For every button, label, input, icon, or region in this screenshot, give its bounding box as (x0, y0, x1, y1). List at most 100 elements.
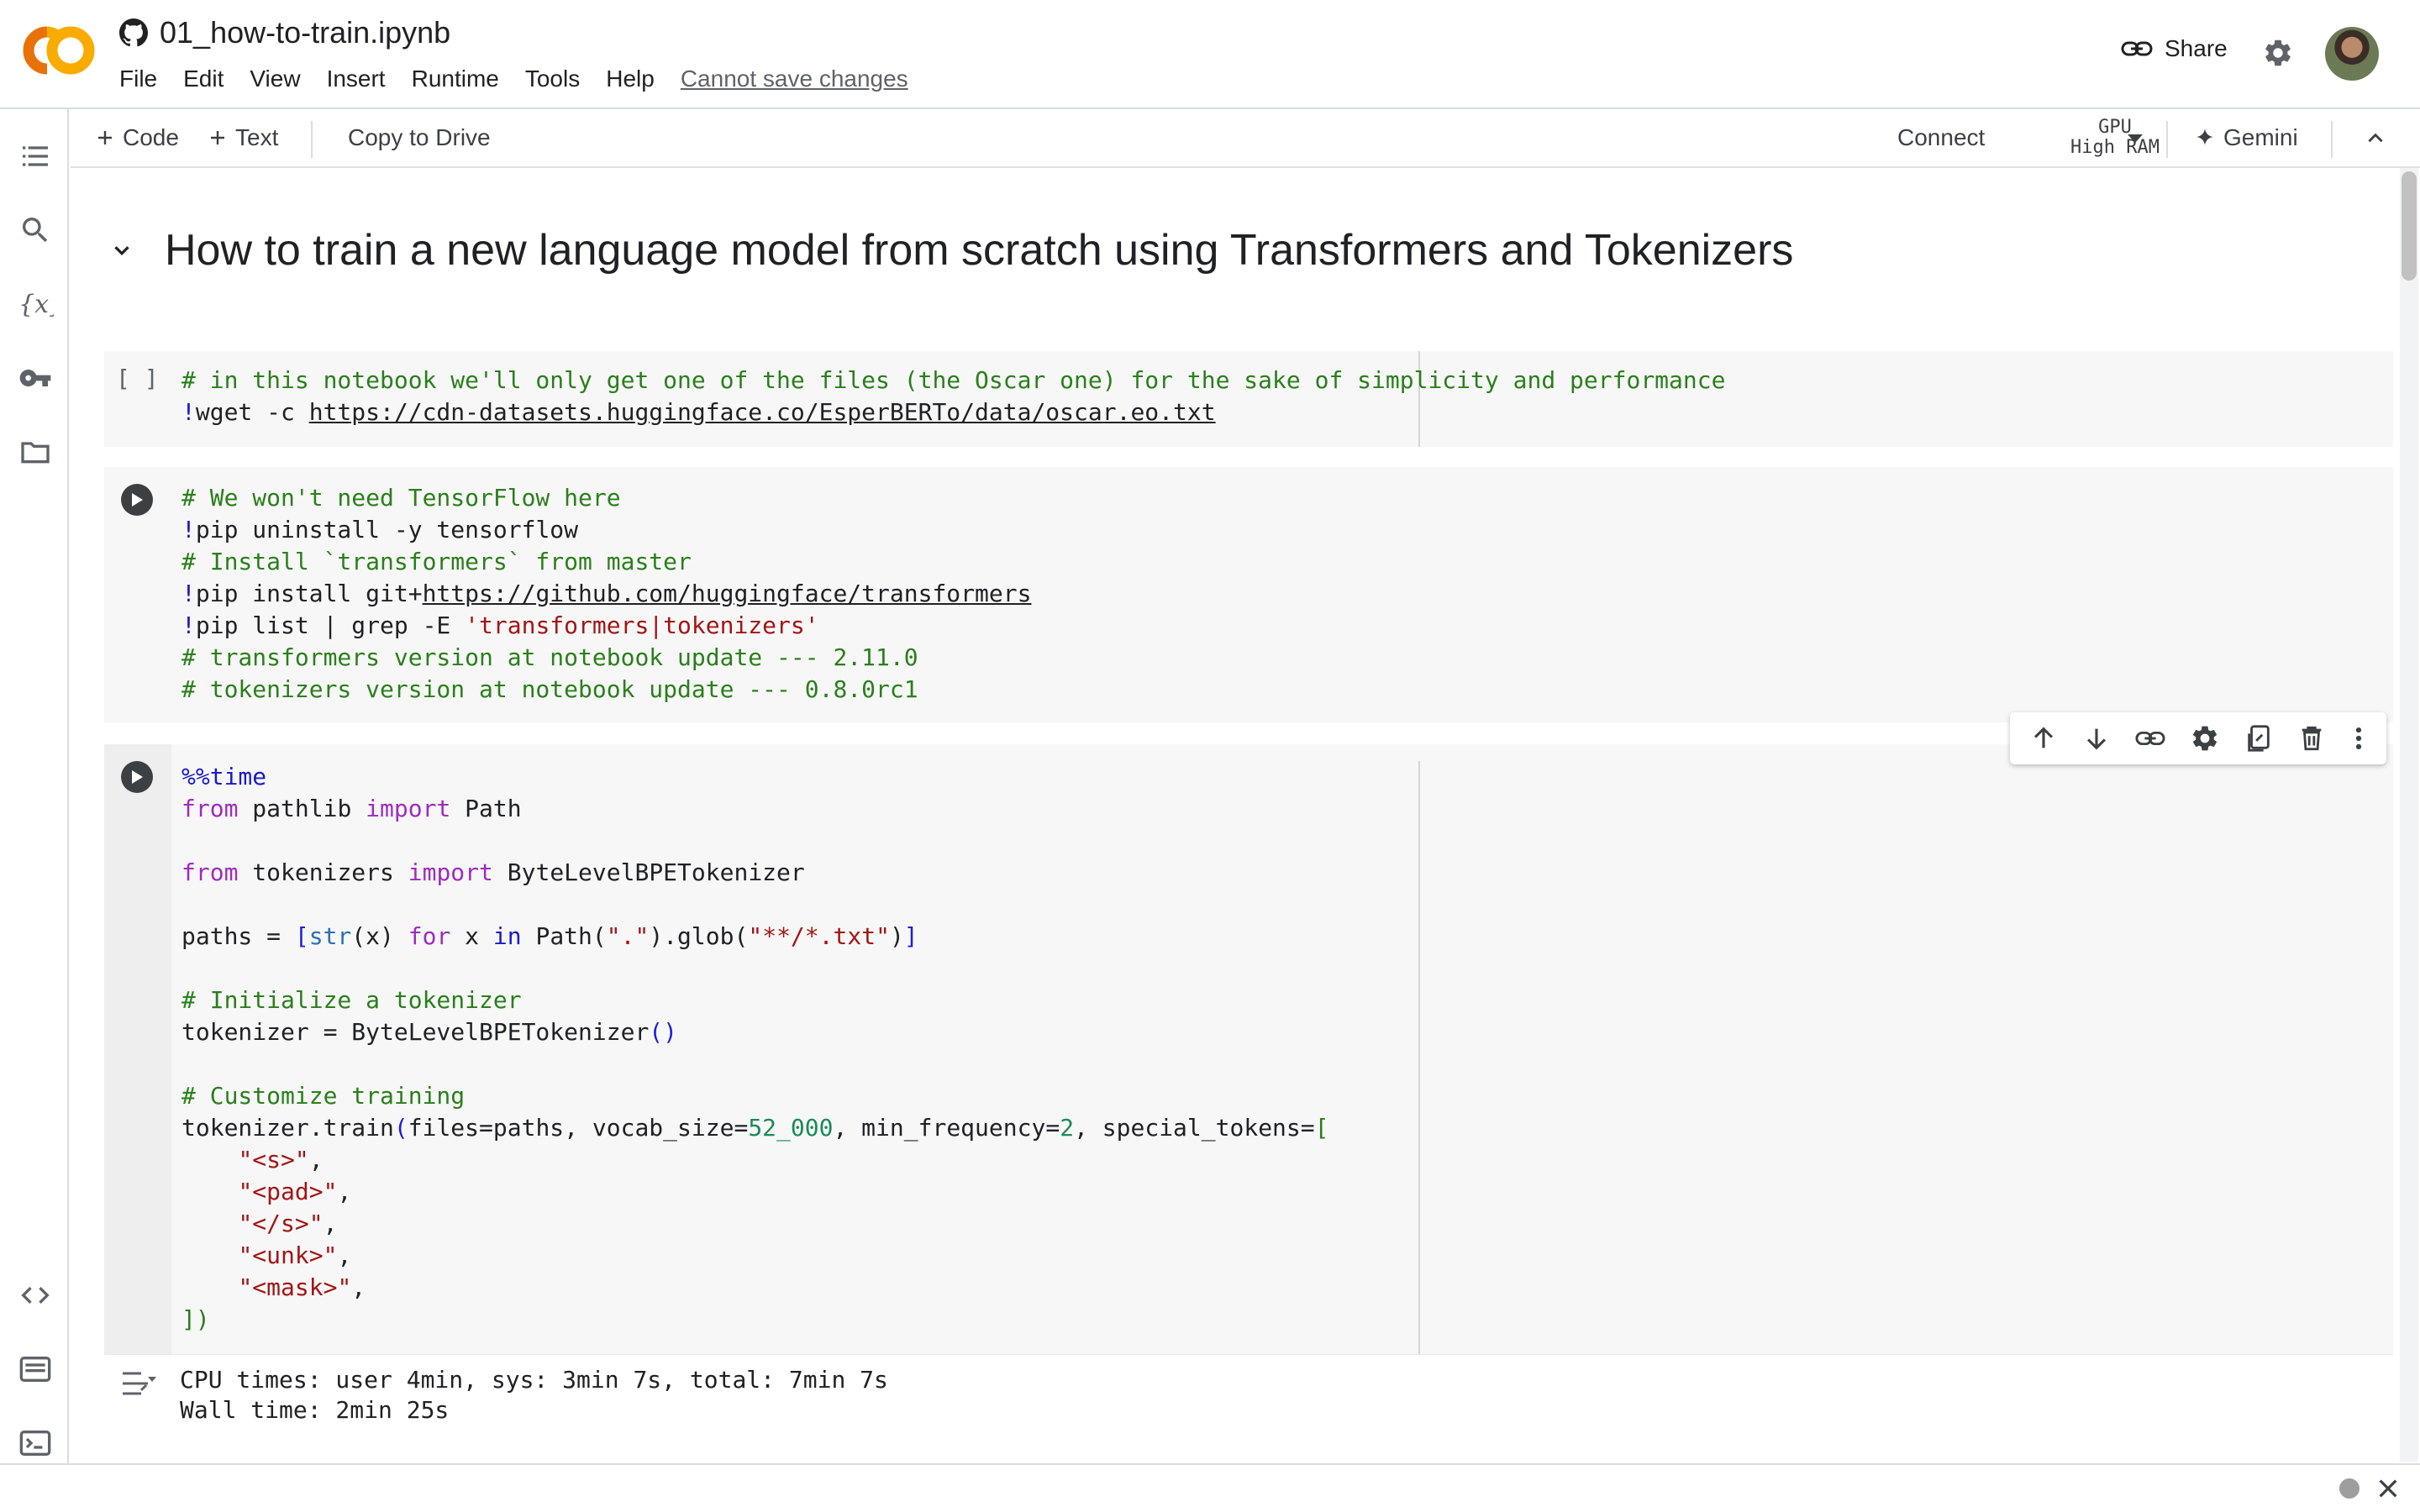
scrollbar-thumb[interactable] (2402, 171, 2417, 281)
menu-file[interactable]: File (119, 66, 157, 92)
menu-runtime[interactable]: Runtime (412, 66, 499, 92)
files-folder-icon[interactable] (17, 433, 54, 470)
status-bar (0, 1463, 2420, 1512)
code-cell-install[interactable]: # We won't need TensorFlow here !pip unin… (104, 467, 2393, 722)
gemini-label: Gemini (2223, 124, 2298, 150)
share-button[interactable]: Share (2121, 35, 2228, 62)
connect-button[interactable]: Connect (1897, 124, 1985, 151)
transformers-repo-link: https://github.com/huggingface/transform… (422, 580, 1032, 607)
code-line: from tokenizers import ByteLevelBPEToken… (182, 858, 805, 886)
run-cell-button[interactable] (121, 761, 153, 793)
header: 01_how-to-train.ipynb File Edit View Ins… (0, 0, 2420, 109)
runtime-dropdown-icon[interactable] (2124, 129, 2146, 148)
code-line: # Initialize a tokenizer (182, 986, 522, 1014)
runtime-type-indicator[interactable]: GPU High RAM (2070, 118, 2160, 158)
code-line: "</s>", (238, 1210, 338, 1237)
plus-icon (96, 129, 114, 147)
menu-edit[interactable]: Edit (183, 66, 224, 92)
colab-logo[interactable] (22, 25, 96, 76)
menu-insert[interactable]: Insert (327, 66, 386, 92)
toolbar-divider (2331, 121, 2333, 158)
code-line: !wget -c https://cdn-datasets.huggingfac… (182, 398, 1216, 426)
table-of-contents-icon[interactable] (17, 138, 54, 175)
gemini-button[interactable]: Gemini (2195, 124, 2298, 151)
terminal-icon[interactable] (17, 1425, 54, 1462)
code-line: # Customize training (182, 1082, 466, 1110)
code-line: tokenizer.train(files=paths, vocab_size=… (182, 1114, 1329, 1142)
code-line: tokenizer = ByteLevelBPETokenizer() (182, 1018, 678, 1046)
more-options-icon[interactable] (2350, 724, 2367, 753)
code-line: # Install `transformers` from master (182, 548, 692, 575)
code-line: ]) (182, 1305, 210, 1333)
collapse-section-icon[interactable] (109, 238, 134, 263)
code-line: !pip list | grep -E 'transformers|tokeni… (182, 612, 819, 639)
copy-to-drive-label: Copy to Drive (348, 124, 491, 150)
code-editor[interactable]: # in this notebook we'll only get one of… (182, 365, 1725, 428)
output-wall-time: Wall time: 2min 25s (180, 1396, 450, 1424)
line-length-ruler (1418, 761, 1420, 1354)
collapse-header-icon[interactable] (2365, 128, 2386, 150)
move-up-icon[interactable] (2029, 724, 2058, 753)
dataset-url-link: https://cdn-datasets.huggingface.co/Espe… (308, 398, 1216, 426)
delete-icon[interactable] (2297, 724, 2326, 753)
add-text-button[interactable]: Text (208, 124, 278, 151)
code-editor[interactable]: %%time from pathlib import Path from toke… (182, 761, 1328, 1336)
menu-help[interactable]: Help (606, 66, 655, 92)
code-editor[interactable]: # We won't need TensorFlow here !pip unin… (182, 482, 1031, 706)
code-cell-wget[interactable]: [ ] # in this notebook we'll only get on… (104, 351, 2393, 447)
code-line: paths = [str(x) for x in Path(".").glob(… (182, 922, 918, 950)
add-code-button[interactable]: Code (96, 124, 179, 151)
code-line: # transformers version at notebook updat… (182, 643, 918, 671)
runtime-status-indicator[interactable] (2339, 1478, 2360, 1499)
notebook-title[interactable]: 01_how-to-train.ipynb (160, 15, 450, 50)
connect-label: Connect (1897, 124, 1986, 150)
code-cell-tokenizer[interactable]: %%time from pathlib import Path from toke… (104, 744, 2393, 1354)
github-icon[interactable] (119, 18, 148, 47)
code-line: !pip uninstall -y tensorflow (182, 516, 579, 543)
code-line: %%time (182, 763, 267, 790)
left-sidebar: {x} (0, 109, 69, 1470)
variables-icon[interactable]: {x} (17, 286, 54, 323)
add-text-label: Text (235, 124, 279, 150)
code-line: "<mask>", (238, 1273, 366, 1301)
user-avatar[interactable] (2325, 27, 2379, 81)
cell-output: CPU times: user 4min, sys: 3min 7s, tota… (104, 1354, 2393, 1445)
title-row: 01_how-to-train.ipynb (119, 15, 450, 50)
copy-to-drive-button[interactable]: Copy to Drive (348, 124, 491, 151)
add-code-label: Code (123, 124, 179, 150)
share-label: Share (2165, 35, 2228, 61)
save-status-link[interactable]: Cannot save changes (681, 66, 908, 92)
gear-icon[interactable] (2190, 723, 2220, 753)
code-line: from pathlib import Path (182, 795, 522, 822)
runtime-type: GPU (2098, 117, 2132, 138)
svg-text:{x}: {x} (18, 290, 54, 319)
notebook-scrollbar[interactable] (2400, 168, 2418, 1462)
menu-tools[interactable]: Tools (525, 66, 580, 92)
command-palette-icon[interactable] (17, 1351, 54, 1388)
menu-view[interactable]: View (250, 66, 300, 92)
code-line: # We won't need TensorFlow here (182, 484, 621, 512)
move-down-icon[interactable] (2082, 724, 2111, 753)
search-icon[interactable] (17, 212, 54, 249)
mirror-cell-icon[interactable] (2244, 724, 2273, 753)
code-snippets-icon[interactable] (17, 1277, 54, 1314)
settings-gear-icon[interactable] (2262, 37, 2294, 69)
close-icon[interactable] (2375, 1475, 2402, 1502)
secrets-key-icon[interactable] (17, 360, 54, 396)
output-cpu-times: CPU times: user 4min, sys: 3min 7s, tota… (180, 1366, 888, 1394)
link-icon[interactable] (2135, 724, 2165, 753)
code-line: # tokenizers version at notebook update … (182, 675, 918, 703)
output-actions-icon[interactable] (119, 1367, 158, 1400)
cell-toolbar (2010, 712, 2386, 764)
section-title: How to train a new language model from s… (165, 226, 1794, 275)
menu-bar: File Edit View Insert Runtime Tools Help… (119, 66, 934, 92)
run-cell-button[interactable] (121, 484, 153, 516)
code-line: "<unk>", (238, 1242, 352, 1269)
execution-count[interactable]: [ ] (116, 365, 159, 392)
cell-gutter (104, 744, 171, 1354)
plus-icon (208, 129, 227, 147)
